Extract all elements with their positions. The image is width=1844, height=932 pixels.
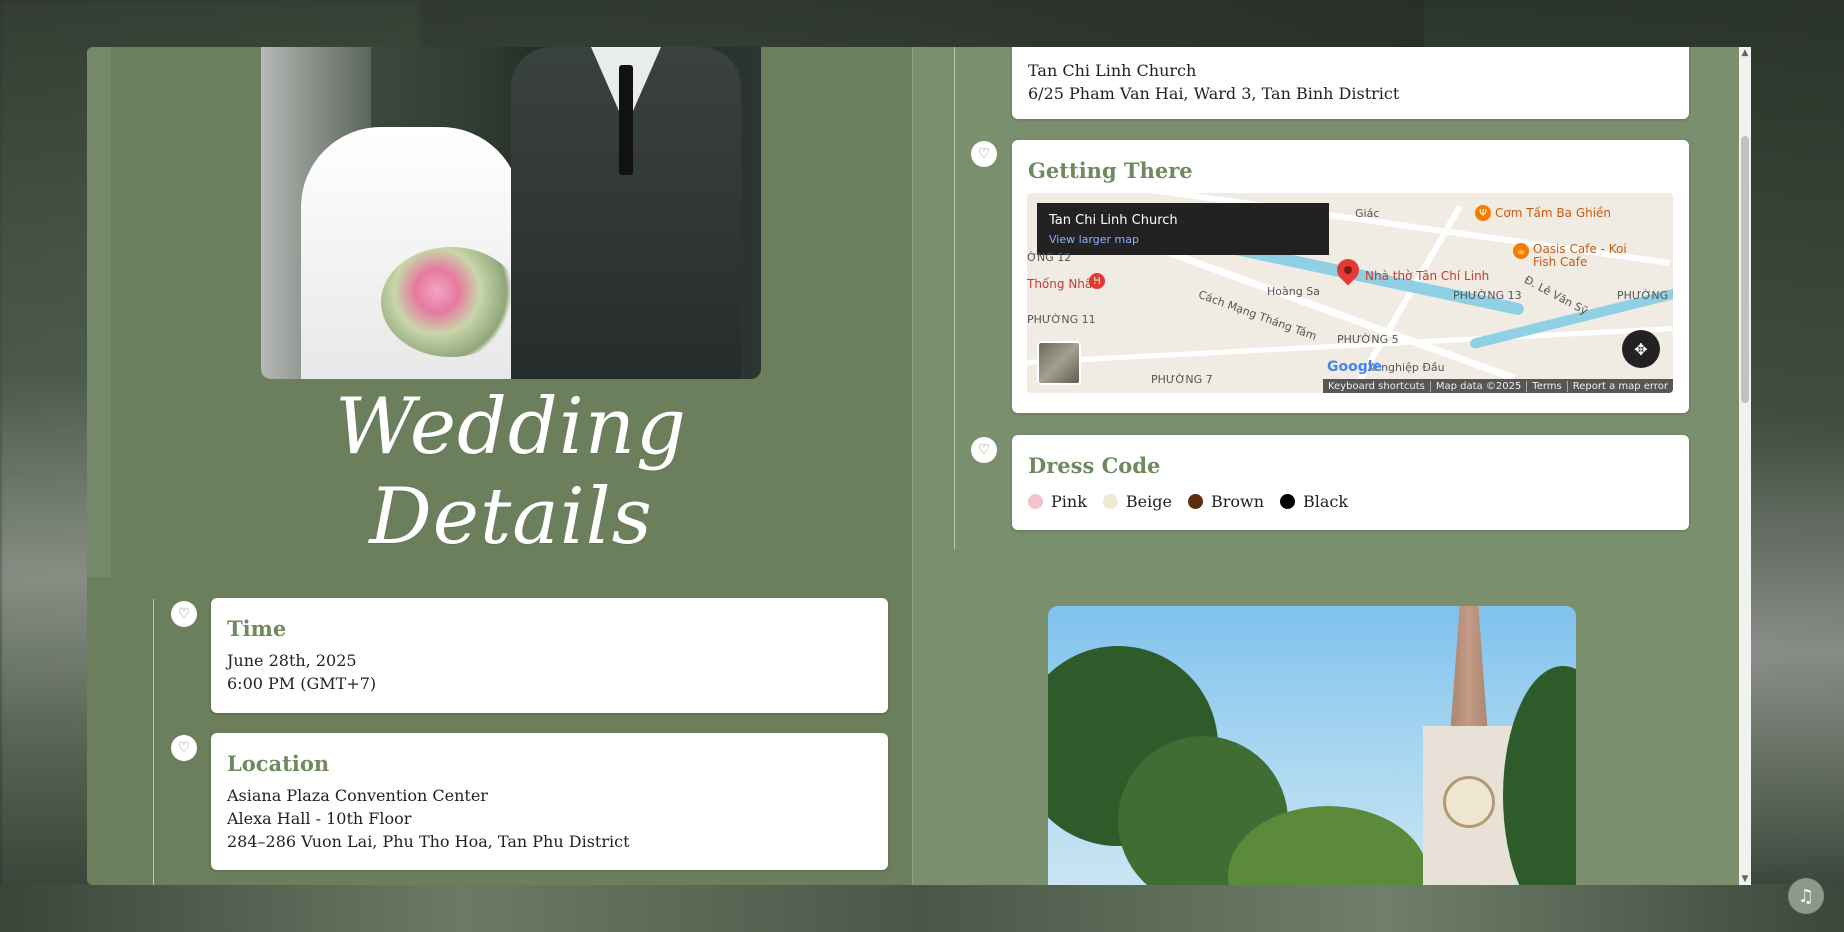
location-venue: Asiana Plaza Convention Center	[227, 786, 488, 805]
color-dot	[1028, 494, 1043, 509]
heart-icon: ♡	[171, 601, 197, 627]
map-label-oasis: Oasis Cafe - Koi Fish Cafe	[1533, 242, 1627, 269]
color-name: Brown	[1210, 492, 1264, 511]
view-larger-map-link[interactable]: View larger map	[1049, 233, 1139, 246]
color-dot	[1187, 494, 1203, 509]
keyboard-shortcuts-link[interactable]: Keyboard shortcuts	[1323, 381, 1430, 392]
report-map-error-link[interactable]: Report a map error	[1566, 380, 1673, 392]
background-bottom	[0, 884, 1844, 932]
color-dot	[1102, 494, 1118, 509]
couple-photo	[261, 47, 761, 379]
church-address: 6/25 Pham Van Hai, Ward 3, Tan Binh Dist…	[1028, 84, 1400, 103]
time-card: Time June 28th, 2025 6:00 PM (GMT+7)	[211, 598, 888, 713]
section-title: Wedding Details	[335, 382, 687, 562]
location-address: 284–286 Vuon Lai, Phu Tho Hoa, Tan Phu D…	[227, 832, 630, 851]
google-logo: Google	[1327, 359, 1383, 375]
time-date: June 28th, 2025	[227, 651, 357, 670]
color-name: Pink	[1051, 492, 1087, 511]
map-attribution: Keyboard shortcuts Map data ©2025 Terms …	[1323, 379, 1673, 393]
dress-color-swatch: Beige	[1102, 492, 1172, 511]
map-label-phuong13: PHƯỜNG 13	[1453, 289, 1522, 302]
map-info-box: Tan Chi Linh Church View larger map	[1037, 203, 1329, 255]
time-heading: Time	[227, 616, 287, 641]
dress-code-colors: Pink Beige Brown Black	[1028, 492, 1364, 513]
color-name: Black	[1303, 492, 1349, 511]
bouquet	[381, 247, 521, 357]
getting-there-heading: Getting There	[1028, 158, 1193, 183]
groom-tie	[619, 65, 633, 175]
column-divider	[912, 47, 913, 885]
scroll-down-arrow-icon[interactable]: ▼	[1739, 873, 1751, 885]
photo-tree	[1503, 666, 1576, 885]
color-dot	[1280, 494, 1295, 509]
embedded-map[interactable]: Tan Chi Linh Church View larger map Nhà …	[1027, 193, 1673, 393]
music-note-icon[interactable]: ♫	[1788, 878, 1824, 914]
satellite-toggle[interactable]	[1037, 341, 1081, 385]
dress-color-swatch: Brown	[1187, 492, 1264, 511]
church-name: Tan Chi Linh Church	[1028, 61, 1197, 80]
scroll-thumb[interactable]	[1741, 136, 1749, 403]
heart-icon: ♡	[971, 437, 997, 463]
dress-color-swatch: Black	[1280, 492, 1348, 511]
restaurant-icon: Ψ	[1475, 205, 1491, 221]
map-data-text: Map data ©2025	[1429, 380, 1526, 392]
color-name: Beige	[1125, 492, 1172, 511]
time-hour: 6:00 PM (GMT+7)	[227, 674, 377, 693]
location-hall: Alexa Hall - 10th Floor	[227, 809, 412, 828]
map-label-com-tam: Cơm Tấm Ba Ghiền	[1495, 206, 1612, 220]
map-label-phuong11b: PHƯỜNG 11	[1617, 289, 1673, 302]
map-label-le-van-sy: Đ. Lê Văn Sỹ	[1522, 273, 1590, 318]
timeline-line-left	[153, 599, 154, 885]
location-card: Location Asiana Plaza Convention Center …	[211, 733, 888, 870]
map-label-hoang-sa: Hoàng Sa	[1267, 285, 1320, 298]
map-label-giac: Giác	[1355, 207, 1380, 220]
location-heading: Location	[227, 751, 330, 776]
heart-icon: ♡	[171, 735, 197, 761]
left-stripe	[87, 47, 111, 577]
heart-icon: ♡	[971, 141, 997, 167]
church-card: Tan Chi Linh Church 6/25 Pham Van Hai, W…	[1012, 47, 1689, 119]
scrollbar[interactable]: ▲ ▼	[1739, 47, 1751, 885]
church-clock	[1443, 776, 1495, 828]
dress-code-heading: Dress Code	[1028, 453, 1161, 478]
cafe-icon: ☕	[1513, 243, 1529, 259]
wedding-details-section: Wedding Details ♡ Time June 28th, 2025 6…	[87, 47, 1751, 885]
map-label-phuong5: PHƯỜNG 5	[1337, 333, 1399, 346]
dress-code-card: Dress Code Pink Beige Brown Black	[1012, 435, 1689, 530]
scroll-up-arrow-icon[interactable]: ▲	[1739, 47, 1751, 59]
map-label-thong-nhat: Thống Nhất	[1027, 277, 1097, 291]
dress-color-swatch: Pink	[1028, 492, 1087, 511]
map-camera-control-icon[interactable]: ✥	[1622, 330, 1660, 368]
map-label-phuong7: PHƯỜNG 7	[1151, 373, 1213, 386]
getting-there-card: Getting There Tan Chi Linh Church View l…	[1012, 140, 1689, 413]
map-label-church: Nhà thờ Tân Chí Linh	[1365, 269, 1490, 283]
church-photo	[1048, 606, 1576, 885]
map-label-phuong11: PHƯỜNG 11	[1027, 313, 1096, 326]
timeline-line-right	[954, 47, 955, 549]
terms-link[interactable]: Terms	[1526, 380, 1566, 392]
map-place-name: Tan Chi Linh Church	[1049, 213, 1178, 228]
map-label-phuong12: ỜNG 12	[1027, 251, 1072, 264]
